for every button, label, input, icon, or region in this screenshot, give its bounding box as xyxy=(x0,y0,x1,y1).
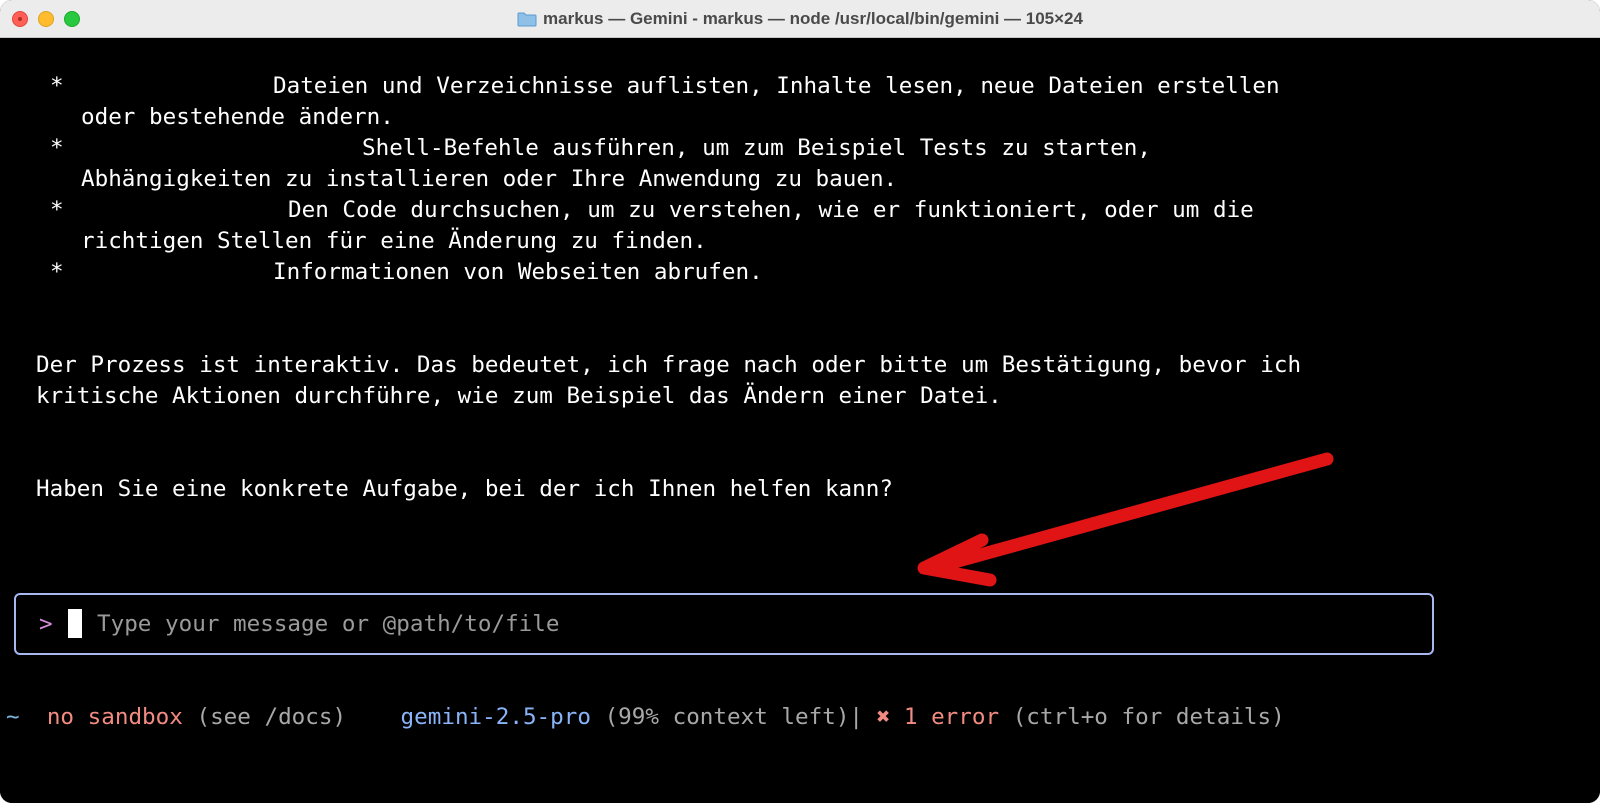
bullet-marker: * xyxy=(50,135,64,161)
text-cursor xyxy=(68,609,82,638)
error-hint: (ctrl+o for details) xyxy=(1012,704,1285,730)
bullet-2-line-1: Shell-Befehle ausführen, um zum Beispiel… xyxy=(362,135,1151,161)
bullet-1-line-2: oder bestehende ändern. xyxy=(81,104,394,130)
paragraph-line-1: Der Prozess ist interaktiv. Das bedeutet… xyxy=(36,352,1302,378)
bullet-1-line-1: Dateien und Verzeichnisse auflisten, Inh… xyxy=(273,73,1280,99)
message-placeholder: Type your message or @path/to/file xyxy=(97,611,560,637)
bullet-marker: * xyxy=(50,259,64,285)
sandbox-status: no sandbox xyxy=(46,704,183,730)
bullet-marker: * xyxy=(50,197,64,223)
bullet-2-line-2: Abhängigkeiten zu installieren oder Ihre… xyxy=(81,166,898,192)
folder-icon xyxy=(517,12,537,27)
status-bar: ~ no sandbox (see /docs) gemini-2.5-pro … xyxy=(6,702,1285,733)
terminal-content[interactable]: * Dateien und Verzeichnisse auflisten, I… xyxy=(0,38,1600,803)
window-title-area: markus — Gemini - markus — node /usr/loc… xyxy=(0,0,1600,38)
title-bar[interactable]: markus — Gemini - markus — node /usr/loc… xyxy=(0,0,1600,38)
paragraph-line-2: kritische Aktionen durchführe, wie zum B… xyxy=(36,383,1002,409)
window-title: markus — Gemini - markus — node /usr/loc… xyxy=(543,9,1083,28)
bullet-marker: * xyxy=(50,73,64,99)
bullet-3-line-1: Den Code durchsuchen, um zu verstehen, w… xyxy=(288,197,1254,223)
bullet-4-line-1: Informationen von Webseiten abrufen. xyxy=(273,259,763,285)
sandbox-hint: (see /docs) xyxy=(196,704,347,730)
cwd-indicator: ~ xyxy=(6,704,20,730)
terminal-window: markus — Gemini - markus — node /usr/loc… xyxy=(0,0,1600,803)
prompt-symbol: > xyxy=(39,611,53,637)
message-input[interactable]: > Type your message or @path/to/file xyxy=(14,593,1434,655)
context-remaining: (99% context left)| xyxy=(604,704,864,730)
error-count: 1 error xyxy=(903,704,1000,730)
model-name: gemini-2.5-pro xyxy=(400,704,591,730)
bullet-3-line-2: richtigen Stellen für eine Änderung zu f… xyxy=(81,228,707,254)
error-icon: ✖ xyxy=(876,704,891,730)
assistant-question: Haben Sie eine konkrete Aufgabe, bei der… xyxy=(36,476,893,502)
